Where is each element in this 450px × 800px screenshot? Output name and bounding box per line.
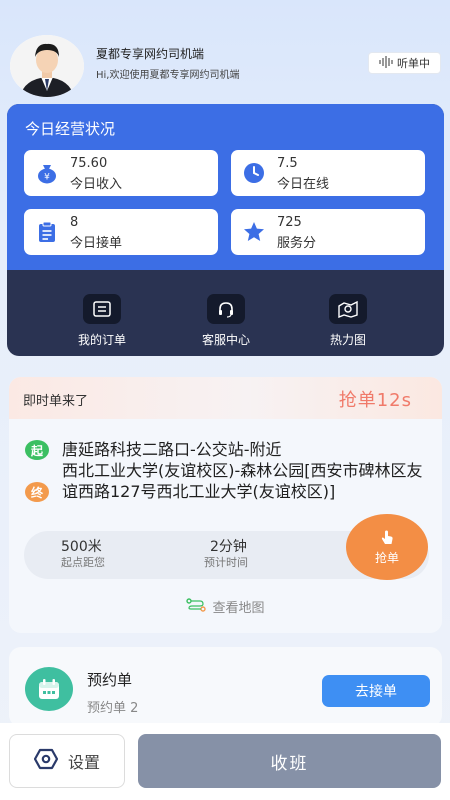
sound-wave-icon [379, 55, 393, 71]
listening-status-button[interactable]: 听单中 [368, 52, 441, 74]
driver-avatar[interactable] [10, 35, 84, 97]
view-map-link[interactable]: 查看地图 [9, 597, 442, 616]
stat-orders[interactable]: 8 今日接单 [24, 209, 218, 255]
reservation-card: 预约单 预约单 2 去接单 [9, 647, 442, 727]
stat-service-score[interactable]: 725 服务分 [231, 209, 425, 255]
settings-hexagon-icon [33, 748, 59, 774]
daily-stats-title: 今日经营状况 [25, 120, 116, 138]
heatmap-label: 热力图 [329, 333, 366, 347]
distance-label: 起点距您 [61, 556, 105, 569]
my-orders-label: 我的订单 [77, 333, 126, 347]
accept-reservation-button[interactable]: 去接单 [322, 675, 430, 707]
start-tag: 起 [25, 440, 49, 460]
stat-income[interactable]: ¥ 75.60 今日收入 [24, 150, 218, 196]
clock-icon [243, 162, 265, 184]
stat-online-time[interactable]: 7.5 今日在线 [231, 150, 425, 196]
listening-label: 听单中 [397, 57, 430, 70]
my-orders-button[interactable]: 我的订单 [57, 294, 147, 348]
instant-order-card: 即时单来了 抢单12s 起 唐延路科技二路口-公交站-附近 终 西北工业大学(友… [9, 377, 442, 633]
end-address: 西北工业大学(友谊校区)-森林公园[西安市碑林区友谊西路127号西北工业大学(友… [62, 461, 423, 501]
customer-service-button[interactable]: 客服中心 [181, 294, 271, 348]
heatmap-button[interactable]: 热力图 [303, 294, 393, 348]
off-duty-button[interactable]: 收班 [138, 734, 441, 788]
app-title: 夏都专享网约司机端 [96, 47, 205, 61]
income-label: 今日收入 [70, 177, 123, 192]
settings-button[interactable]: 设置 [9, 734, 125, 788]
route-icon [186, 597, 207, 616]
grab-countdown: 抢单12s [338, 390, 412, 411]
tap-hand-icon [378, 528, 396, 549]
start-address: 唐延路科技二路口-公交站-附近 [62, 440, 282, 459]
clipboard-icon [36, 221, 58, 243]
view-map-label: 查看地图 [212, 601, 265, 616]
daily-operations-card: 今日经营状况 ¥ 75.60 今日收入 7.5 今日在线 8 今日接单 725 … [7, 104, 444, 356]
online-time-value: 7.5 [277, 156, 298, 171]
star-icon [243, 221, 265, 243]
calendar-icon [25, 667, 73, 711]
customer-service-label: 客服中心 [201, 333, 250, 347]
headset-icon [207, 294, 245, 324]
money-bag-icon: ¥ [36, 162, 58, 184]
eta-value: 2分钟 [210, 539, 247, 555]
settings-label: 设置 [67, 753, 100, 772]
daily-stats-panel: 今日经营状况 ¥ 75.60 今日收入 7.5 今日在线 8 今日接单 725 … [7, 104, 444, 270]
instant-order-title: 即时单来了 [23, 394, 89, 409]
online-time-label: 今日在线 [277, 177, 330, 192]
distance-value: 500米 [61, 539, 102, 555]
heatmap-icon [329, 294, 367, 324]
service-score-value: 725 [277, 215, 302, 230]
welcome-subtitle: Hi,欢迎使用夏都专享网约司机端 [96, 70, 240, 81]
income-value: 75.60 [70, 156, 108, 171]
instant-order-header: 即时单来了 抢单12s [9, 377, 442, 419]
orders-icon [83, 294, 121, 324]
reservation-count: 预约单 2 [87, 701, 139, 716]
end-tag: 终 [25, 482, 49, 502]
eta-label: 预计时间 [204, 556, 248, 569]
reservation-title: 预约单 [87, 671, 133, 689]
svg-text:¥: ¥ [44, 173, 50, 183]
service-score-label: 服务分 [277, 236, 317, 251]
orders-label: 今日接单 [70, 236, 123, 251]
grab-order-button[interactable]: 抢单 [346, 514, 428, 580]
grab-order-label: 抢单 [374, 551, 399, 565]
orders-value: 8 [70, 215, 79, 230]
